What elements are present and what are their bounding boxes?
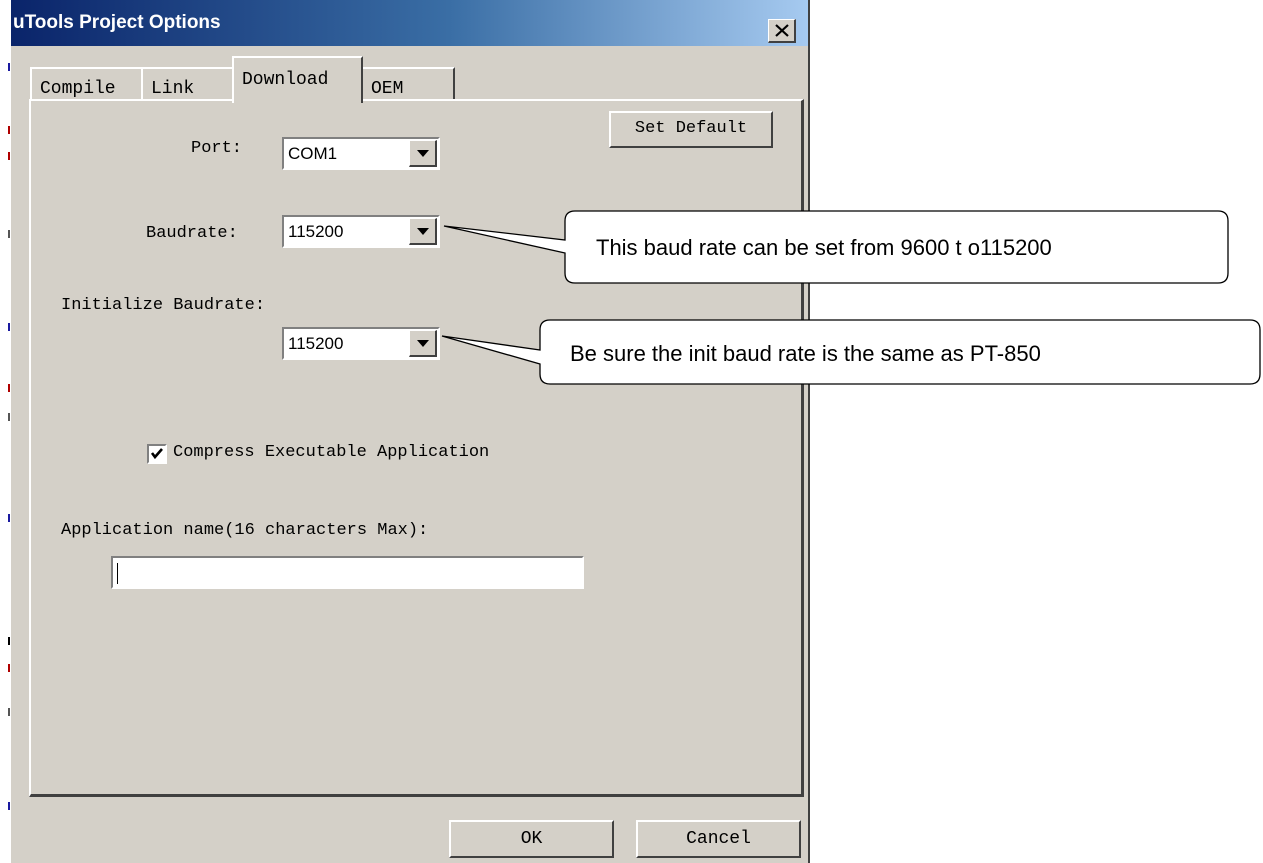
init-baudrate-callout-text: Be sure the init baud rate is the same a… <box>570 341 1041 366</box>
baudrate-callout-text: This baud rate can be set from 9600 t o1… <box>596 235 1052 260</box>
callout-shapes <box>441 210 1261 385</box>
